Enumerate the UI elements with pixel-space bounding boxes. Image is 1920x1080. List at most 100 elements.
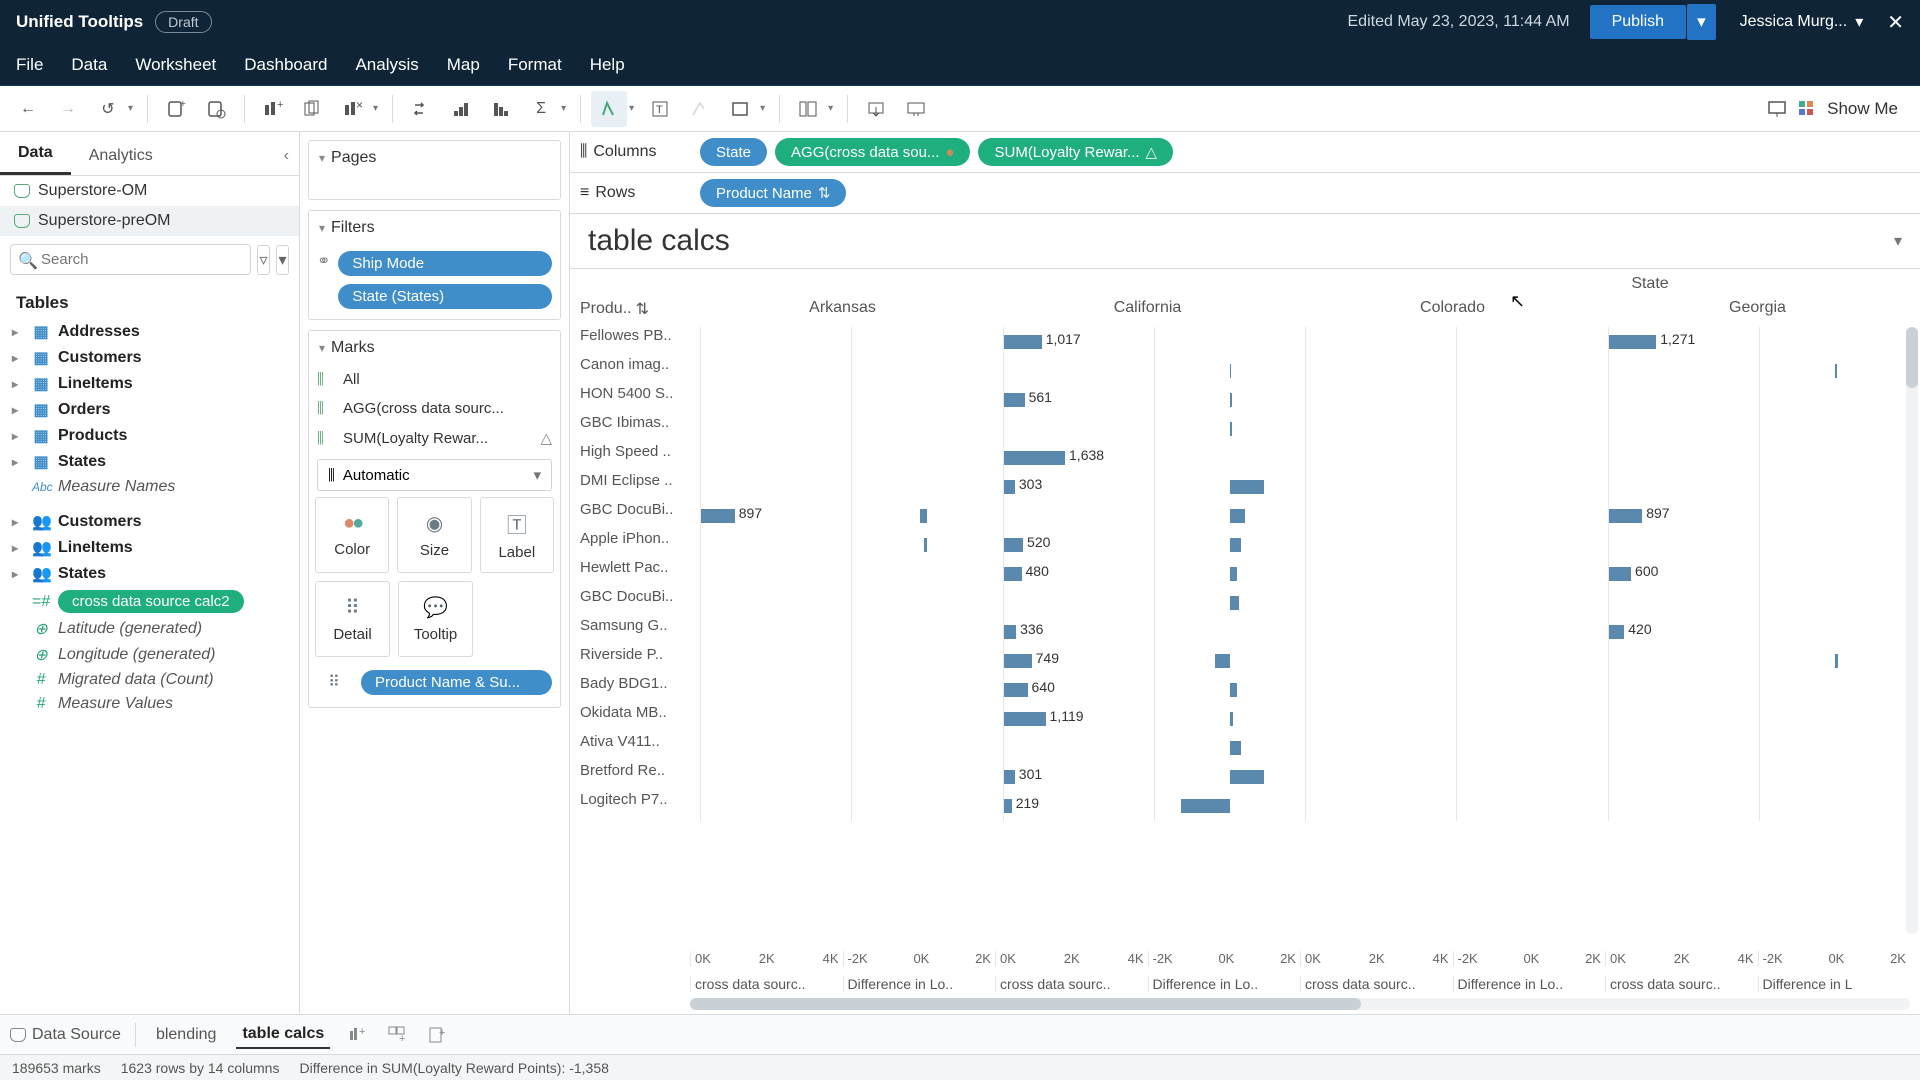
publish-button[interactable]: Publish xyxy=(1590,5,1686,39)
table-states[interactable]: ▸▦States xyxy=(6,449,293,475)
clear-button[interactable]: × xyxy=(335,91,371,127)
new-sheet-button[interactable]: + xyxy=(255,91,291,127)
state-column-header[interactable]: Colorado xyxy=(1300,299,1605,317)
bar[interactable] xyxy=(1230,712,1233,726)
sort-asc-button[interactable] xyxy=(443,91,479,127)
vertical-scrollbar[interactable] xyxy=(1906,327,1918,934)
menu-data[interactable]: Data xyxy=(71,55,107,75)
menu-analysis[interactable]: Analysis xyxy=(355,55,418,75)
bar[interactable] xyxy=(1004,683,1028,697)
bar[interactable] xyxy=(1215,654,1230,668)
table-row[interactable]: Ativa V411.. xyxy=(580,733,1910,763)
product-col-header[interactable]: Produ..⇅ xyxy=(580,299,690,319)
sheet-tab-blending[interactable]: blending xyxy=(150,1022,223,1048)
new-story-button[interactable]: + xyxy=(424,1026,450,1044)
bar[interactable] xyxy=(1004,451,1066,465)
datasource-2[interactable]: Superstore-preOM xyxy=(0,206,299,236)
col-pill-agg[interactable]: AGG(cross data sou...● xyxy=(775,138,970,166)
state-column-header[interactable]: Arkansas xyxy=(690,299,995,317)
duplicate-button[interactable] xyxy=(295,91,331,127)
sheet-tab-table-calcs[interactable]: table calcs xyxy=(236,1021,330,1049)
table-row[interactable]: High Speed ..1,638 xyxy=(580,443,1910,473)
tab-data[interactable]: Data xyxy=(0,134,71,175)
col-pill-state[interactable]: State xyxy=(700,138,767,166)
bar[interactable] xyxy=(1004,393,1025,407)
table-addresses[interactable]: ▸▦Addresses xyxy=(6,319,293,345)
horizontal-scrollbar[interactable] xyxy=(690,998,1910,1010)
collapse-panel-button[interactable]: ‹ xyxy=(274,137,299,175)
bar[interactable] xyxy=(1609,567,1632,581)
marks-all[interactable]: ⫼All xyxy=(309,365,560,394)
marks-agg[interactable]: ⫼AGG(cross data sourc... xyxy=(309,394,560,423)
table-row[interactable]: Fellowes PB..1,0171,271 xyxy=(580,327,1910,357)
table-row[interactable]: GBC DocuBi.. xyxy=(580,588,1910,618)
publish-dropdown[interactable]: ▾ xyxy=(1687,4,1716,40)
field-latitude[interactable]: ⊕Latitude (generated) xyxy=(6,616,293,642)
menu-dashboard[interactable]: Dashboard xyxy=(244,55,327,75)
viz-title[interactable]: table calcs xyxy=(588,224,730,258)
bar[interactable] xyxy=(924,538,928,552)
bar[interactable] xyxy=(1004,625,1017,639)
viz-menu-button[interactable]: ▾ xyxy=(1894,231,1902,251)
bar[interactable] xyxy=(1004,480,1015,494)
replay-button[interactable]: ↺ xyxy=(90,91,126,127)
new-datasource-button[interactable]: + xyxy=(158,91,194,127)
bar[interactable] xyxy=(1230,567,1238,581)
close-icon[interactable]: ✕ xyxy=(1887,10,1904,35)
pages-shelf[interactable]: ▾Pages xyxy=(308,140,561,200)
bar[interactable] xyxy=(1230,422,1232,436)
bar[interactable] xyxy=(1230,741,1241,755)
bar[interactable] xyxy=(1609,625,1625,639)
totals-button[interactable]: Σ xyxy=(523,91,559,127)
menu-help[interactable]: Help xyxy=(590,55,625,75)
format-button[interactable] xyxy=(682,91,718,127)
field-measure-values[interactable]: #Measure Values xyxy=(6,692,293,716)
marks-label[interactable]: 🅃Label xyxy=(480,497,554,573)
rows-shelf[interactable]: ≡Rows Product Name⇅ xyxy=(570,173,1920,214)
table-orders[interactable]: ▸▦Orders xyxy=(6,397,293,423)
new-worksheet-button[interactable]: + xyxy=(344,1026,370,1044)
table-row[interactable]: GBC DocuBi..897897 xyxy=(580,501,1910,531)
table-row[interactable]: DMI Eclipse ..303 xyxy=(580,472,1910,502)
labels-button[interactable]: T xyxy=(642,91,678,127)
linked-lineitems[interactable]: ▸👥LineItems xyxy=(6,535,293,561)
table-row[interactable]: GBC Ibimas.. xyxy=(580,414,1910,444)
bar[interactable] xyxy=(1181,799,1230,813)
menu-format[interactable]: Format xyxy=(508,55,562,75)
bar[interactable] xyxy=(1230,393,1232,407)
calc-field[interactable]: =#cross data source calc2 xyxy=(6,587,293,616)
table-row[interactable]: Bady BDG1..640 xyxy=(580,675,1910,705)
table-row[interactable]: Apple iPhon..520 xyxy=(580,530,1910,560)
bar[interactable] xyxy=(1609,335,1657,349)
table-row[interactable]: Bretford Re..301 xyxy=(580,762,1910,792)
highlight-button[interactable] xyxy=(591,91,627,127)
table-row[interactable]: Logitech P7..219 xyxy=(580,791,1910,821)
search-input[interactable] xyxy=(10,244,251,275)
marks-tooltip[interactable]: 💬Tooltip xyxy=(398,581,473,657)
state-column-header[interactable]: Georgia xyxy=(1605,299,1910,317)
show-me-button[interactable]: Show Me xyxy=(1767,99,1910,119)
table-row[interactable]: Riverside P..749 xyxy=(580,646,1910,676)
bar[interactable] xyxy=(1004,799,1012,813)
view-cards-button[interactable] xyxy=(790,91,826,127)
data-source-tab[interactable]: Data Source xyxy=(10,1026,121,1044)
filter-pill-state[interactable]: State (States) xyxy=(338,284,552,309)
table-row[interactable]: HON 5400 S..561 xyxy=(580,385,1910,415)
bar[interactable] xyxy=(1004,712,1046,726)
bar[interactable] xyxy=(1835,364,1837,378)
user-menu[interactable]: Jessica Murg...▾ xyxy=(1740,12,1864,32)
fields-menu-button[interactable]: ▾ xyxy=(276,245,289,275)
field-count[interactable]: #Migrated data (Count) xyxy=(6,668,293,692)
bar[interactable] xyxy=(1004,335,1042,349)
filter-fields-button[interactable]: ▿ xyxy=(257,245,270,275)
menu-worksheet[interactable]: Worksheet xyxy=(135,55,216,75)
tab-analytics[interactable]: Analytics xyxy=(71,137,171,175)
menu-map[interactable]: Map xyxy=(447,55,480,75)
table-row[interactable]: Samsung G..336420 xyxy=(580,617,1910,647)
linked-states[interactable]: ▸👥States xyxy=(6,561,293,587)
filters-shelf[interactable]: ▾Filters ⚭ Ship Mode State (States) xyxy=(308,210,561,320)
redo-button[interactable]: → xyxy=(50,91,86,127)
pause-updates-button[interactable] xyxy=(198,91,234,127)
bar[interactable] xyxy=(1230,364,1232,378)
bar[interactable] xyxy=(1004,654,1032,668)
